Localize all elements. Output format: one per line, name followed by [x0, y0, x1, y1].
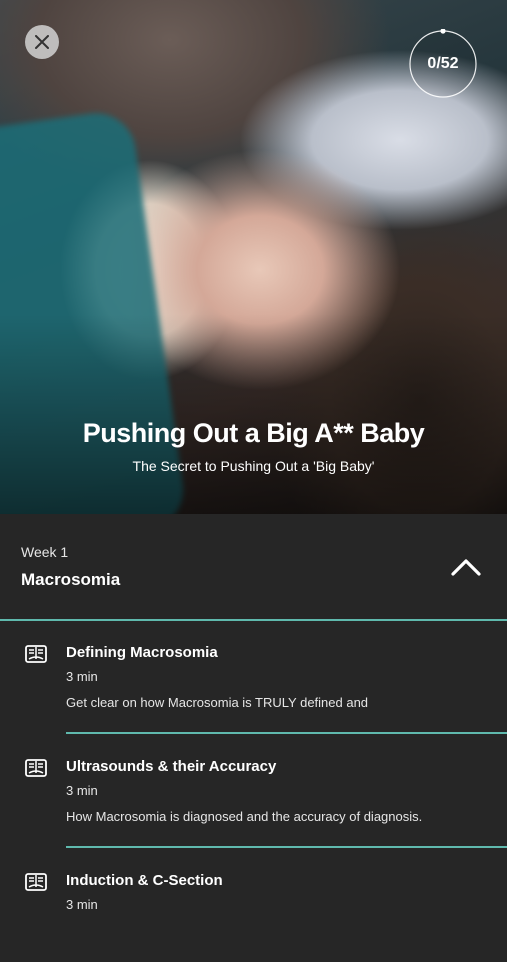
book-icon: [25, 645, 47, 663]
lesson-title: Ultrasounds & their Accuracy: [66, 758, 277, 775]
hero-shade: [0, 314, 507, 514]
hero-banner: 0/52 Pushing Out a Big A** Baby The Secr…: [0, 0, 507, 514]
book-icon: [25, 873, 47, 891]
lesson-item[interactable]: Defining Macrosomia 3 min Get clear on h…: [0, 620, 507, 734]
lesson-description: Get clear on how Macrosomia is TRULY def…: [66, 695, 369, 710]
course-title: Pushing Out a Big A** Baby: [82, 418, 425, 448]
lesson-description: How Macrosomia is diagnosed and the accu…: [66, 809, 423, 824]
course-subtitle: The Secret to Pushing Out a 'Big Baby': [132, 458, 375, 474]
lesson-duration: 3 min: [66, 669, 98, 684]
week-section-header[interactable]: Week 1 Macrosomia: [0, 514, 507, 621]
close-button[interactable]: [25, 25, 59, 59]
close-icon: [35, 35, 49, 49]
lesson-title: Induction & C-Section: [66, 872, 223, 889]
lesson-duration: 3 min: [66, 783, 98, 798]
lesson-item[interactable]: Ultrasounds & their Accuracy 3 min How M…: [0, 734, 507, 848]
week-label: Week 1: [21, 544, 69, 560]
lesson-title: Defining Macrosomia: [66, 644, 218, 661]
lesson-duration: 3 min: [66, 897, 98, 912]
progress-indicator: 0/52: [408, 28, 478, 99]
collapse-button[interactable]: [448, 552, 484, 582]
book-icon: [25, 759, 47, 777]
chevron-up-icon: [451, 559, 481, 576]
lesson-item[interactable]: Induction & C-Section 3 min: [0, 848, 507, 962]
week-title: Macrosomia: [21, 570, 121, 589]
progress-count: 0/52: [427, 55, 459, 72]
